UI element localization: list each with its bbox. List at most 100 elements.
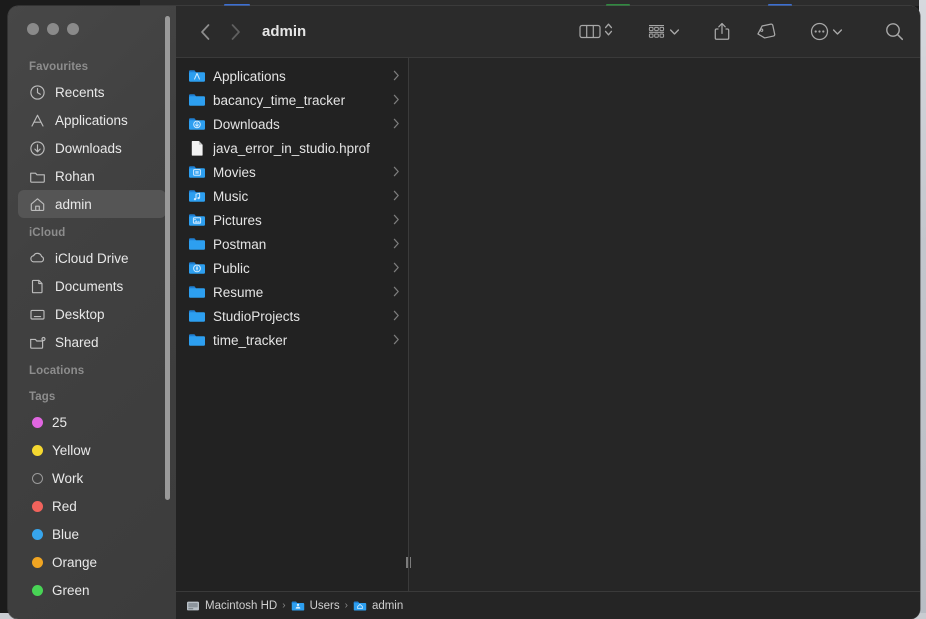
path-bar-item-admin[interactable]: admin: [353, 599, 403, 613]
forward-button[interactable]: [220, 17, 250, 47]
file-name: time_tracker: [213, 333, 287, 348]
users-folder-icon: [291, 599, 305, 613]
file-name: java_error_in_studio.hprof: [213, 141, 370, 156]
add-tag-button[interactable]: [756, 23, 776, 41]
applications-icon: [29, 112, 46, 129]
sidebar-item-icloud-drive[interactable]: iCloud Drive: [18, 244, 166, 272]
chevron-right-icon: [387, 237, 400, 252]
file-row[interactable]: Resume: [176, 280, 408, 304]
back-button[interactable]: [190, 17, 220, 47]
finder-content-pane: admin: [176, 6, 920, 619]
file-row[interactable]: Music: [176, 184, 408, 208]
sidebar-item-orange[interactable]: Orange: [18, 548, 166, 576]
folder-icon: [188, 235, 206, 253]
file-row[interactable]: bacancy_time_tracker: [176, 88, 408, 112]
sidebar-item-red[interactable]: Red: [18, 492, 166, 520]
sidebar-item-label: Shared: [55, 335, 99, 350]
column-browser: Applications bacancy_time_tracker Downlo…: [176, 58, 920, 591]
tag-icon: [756, 23, 776, 41]
sidebar-scrollbar[interactable]: [165, 16, 170, 500]
file-name: StudioProjects: [213, 309, 300, 324]
sidebar-item-desktop[interactable]: Desktop: [18, 300, 166, 328]
path-bar-label: Macintosh HD: [205, 600, 277, 612]
sidebar-item-rohan[interactable]: Rohan: [18, 162, 166, 190]
path-bar-item-macintosh-hd[interactable]: Macintosh HD: [186, 599, 277, 613]
sidebar-item-yellow[interactable]: Yellow: [18, 436, 166, 464]
folder-icon: [188, 307, 206, 325]
shared-folder-icon: [29, 334, 46, 351]
file-row[interactable]: Downloads: [176, 112, 408, 136]
document-icon: [29, 278, 46, 295]
folder-icon: [188, 115, 206, 133]
search-icon: [885, 22, 904, 41]
column-resize-handle[interactable]: [401, 549, 416, 575]
chevron-right-icon: [387, 117, 400, 132]
file-name: Applications: [213, 69, 286, 84]
sidebar-item-shared[interactable]: Shared: [18, 328, 166, 356]
sidebar-item-label: iCloud Drive: [55, 251, 129, 266]
search-button[interactable]: [885, 22, 904, 41]
sidebar-group-title-favourites: Favourites: [8, 52, 176, 78]
sidebar-item-documents[interactable]: Documents: [18, 272, 166, 300]
preview-column: [409, 58, 920, 591]
group-by-button[interactable]: [647, 23, 680, 41]
folder-icon: [188, 91, 206, 109]
clock-icon: [29, 84, 46, 101]
file-row[interactable]: java_error_in_studio.hprof: [176, 136, 408, 160]
file-name: Public: [213, 261, 250, 276]
sidebar-item-downloads[interactable]: Downloads: [18, 134, 166, 162]
path-bar-label: admin: [372, 600, 403, 612]
view-mode-button[interactable]: [579, 21, 613, 43]
folder-icon: [188, 331, 206, 349]
sidebar-item-admin[interactable]: admin: [18, 190, 166, 218]
file-row[interactable]: Applications: [176, 64, 408, 88]
window-controls: [8, 6, 176, 52]
folder-icon: [188, 259, 206, 277]
download-icon: [29, 140, 46, 157]
sidebar-item-label: Red: [52, 499, 77, 514]
view-mode-stepper[interactable]: [604, 21, 613, 43]
sidebar-group-title-locations: Locations: [8, 356, 176, 382]
folder-icon: [188, 187, 206, 205]
chevron-right-icon: [387, 189, 400, 204]
file-row[interactable]: Postman: [176, 232, 408, 256]
finder-window: Favourites Recents Applications Downloads Ro…: [8, 6, 920, 619]
close-button[interactable]: [27, 23, 39, 35]
more-actions-button[interactable]: [810, 22, 843, 41]
chevron-right-icon: [387, 69, 400, 84]
path-separator: ›: [282, 600, 285, 611]
folder-icon: [188, 259, 206, 277]
chevron-right-icon: [387, 213, 400, 228]
file-name: bacancy_time_tracker: [213, 93, 345, 108]
sidebar-item-recents[interactable]: Recents: [18, 78, 166, 106]
maximize-button[interactable]: [67, 23, 79, 35]
sidebar-item-25[interactable]: 25: [18, 408, 166, 436]
file-row[interactable]: StudioProjects: [176, 304, 408, 328]
folder-icon: [188, 211, 206, 229]
folder-icon: [188, 115, 206, 133]
file-row[interactable]: Movies: [176, 160, 408, 184]
column-divider: [408, 58, 409, 591]
sidebar-item-green[interactable]: Green: [18, 576, 166, 604]
sidebar-item-blue[interactable]: Blue: [18, 520, 166, 548]
home-folder-icon: [353, 599, 367, 613]
sidebar-item-label: Downloads: [55, 141, 122, 156]
hard-drive-icon: [186, 599, 200, 613]
sidebar: Favourites Recents Applications Downloads Ro…: [8, 6, 176, 619]
sidebar-item-work[interactable]: Work: [18, 464, 166, 492]
minimize-button[interactable]: [47, 23, 59, 35]
file-row[interactable]: Pictures: [176, 208, 408, 232]
share-button[interactable]: [714, 22, 730, 41]
sidebar-item-applications[interactable]: Applications: [18, 106, 166, 134]
file-row[interactable]: Public: [176, 256, 408, 280]
sidebar-item-label: Documents: [55, 279, 123, 294]
group-by-chevron-icon[interactable]: [669, 23, 680, 41]
file-list-column[interactable]: Applications bacancy_time_tracker Downlo…: [176, 58, 408, 591]
sidebar-item-label: 25: [52, 415, 67, 430]
path-bar-item-users[interactable]: Users: [291, 599, 340, 613]
folder-icon: [188, 283, 206, 301]
sidebar-item-label: Recents: [55, 85, 105, 100]
more-actions-chevron-icon[interactable]: [832, 23, 843, 41]
sidebar-item-label: Blue: [52, 527, 79, 542]
file-row[interactable]: time_tracker: [176, 328, 408, 352]
